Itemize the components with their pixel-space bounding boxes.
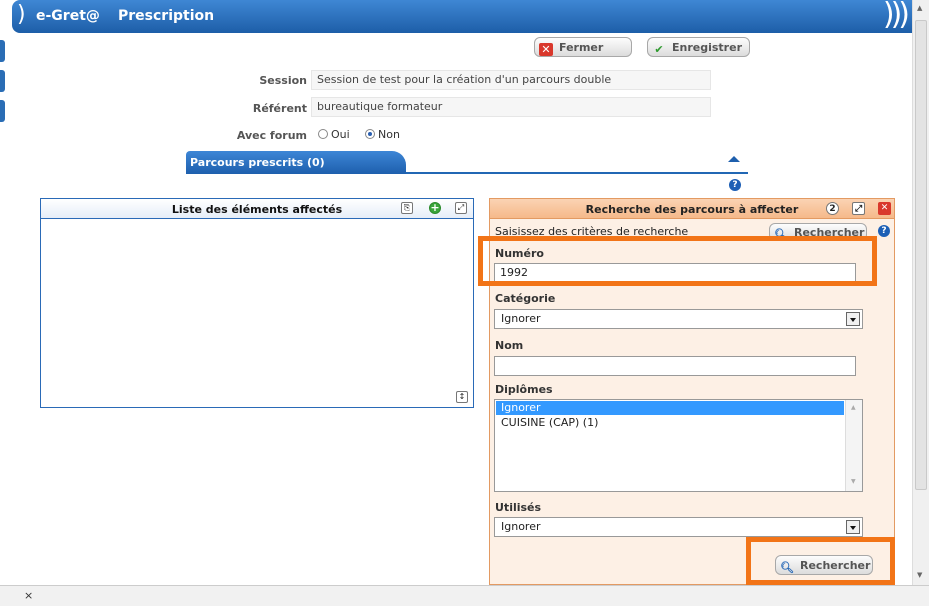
diplomes-listbox[interactable]: Ignorer CUISINE (CAP) (1) ▲ ▼ [494,399,863,492]
maximize-icon[interactable]: ⤢ [852,202,865,215]
expand-icon[interactable]: ⤢ [455,202,467,214]
session-value: Session de test pour la création d'un pa… [311,70,711,90]
search-button-highlight [746,537,895,585]
forum-non-label: Non [378,128,400,141]
nom-input[interactable] [494,356,856,376]
tab-parcours-prescrits[interactable]: Parcours prescrits (0) [186,151,406,174]
scroll-down-icon[interactable]: ▼ [851,478,856,485]
numero-highlight [478,236,877,286]
assigned-elements-panel: Liste des éléments affectés ⎘ + ⤢ ↕ [40,198,474,408]
categorie-select[interactable]: Ignorer [494,309,863,329]
header-paren-icon: ) [17,2,26,27]
forum-option-non[interactable]: Non [365,128,400,141]
forum-label: Avec forum [236,129,307,142]
utilises-select[interactable]: Ignorer [494,517,863,537]
save-button[interactable]: ✔ Enregistrer [647,37,750,57]
utilises-selected: Ignorer [501,520,541,533]
nom-label: Nom [495,339,524,352]
search-help-icon[interactable]: ? [878,225,890,237]
collapse-arrow-icon[interactable] [728,156,740,162]
add-icon[interactable]: + [429,202,441,214]
app-name: e-Gret@ [36,8,100,24]
left-edge-tab[interactable] [0,40,5,62]
chevron-down-icon[interactable] [846,520,860,534]
forum-oui-label: Oui [331,128,350,141]
status-bar: × [0,585,929,606]
help-icon[interactable]: ? [729,179,741,191]
listbox-scrollbar[interactable]: ▲ ▼ [845,400,862,491]
header-chevrons-icon: ))) [882,0,910,32]
radio-non[interactable] [365,129,375,139]
utilises-label: Utilisés [495,501,542,514]
refresh-icon[interactable]: 2 [826,202,839,215]
list-item[interactable]: CUISINE (CAP) (1) [496,416,861,430]
scroll-up-icon[interactable]: ▲ [917,4,922,12]
close-button[interactable]: ✕ Fermer [534,37,632,57]
left-edge-tab[interactable] [0,100,5,122]
page-title: Prescription [118,8,215,24]
scroll-down-icon[interactable]: ▼ [917,571,922,579]
copy-icon[interactable]: ⎘ [401,202,413,214]
forum-option-oui[interactable]: Oui [318,128,350,141]
radio-oui[interactable] [318,129,328,139]
resize-icon[interactable]: ↕ [456,391,468,403]
scrollbar-thumb[interactable] [915,20,927,490]
scroll-up-icon[interactable]: ▲ [851,404,856,411]
referent-label: Référent [252,102,307,115]
close-icon[interactable]: × [24,589,33,602]
diplomes-label: Diplômes [495,383,553,396]
session-label: Session [259,74,307,87]
categorie-selected: Ignorer [501,312,541,325]
left-edge [0,0,12,606]
referent-value: bureautique formateur [311,97,711,117]
panel-close-icon[interactable]: ✕ [878,202,891,215]
app-header: ) e-Gret@ Prescription ))) [12,0,912,33]
tab-bar: Parcours prescrits (0) [186,151,748,174]
list-item[interactable]: Ignorer [496,401,844,415]
save-button-label: Enregistrer [672,41,742,54]
categorie-label: Catégorie [495,292,556,305]
page-scrollbar[interactable]: ▲ ▼ [912,0,929,585]
close-button-label: Fermer [559,41,604,54]
chevron-down-icon[interactable] [846,312,860,326]
left-edge-tab[interactable] [0,70,5,92]
close-icon: ✕ [539,43,553,56]
check-icon: ✔ [654,43,664,56]
